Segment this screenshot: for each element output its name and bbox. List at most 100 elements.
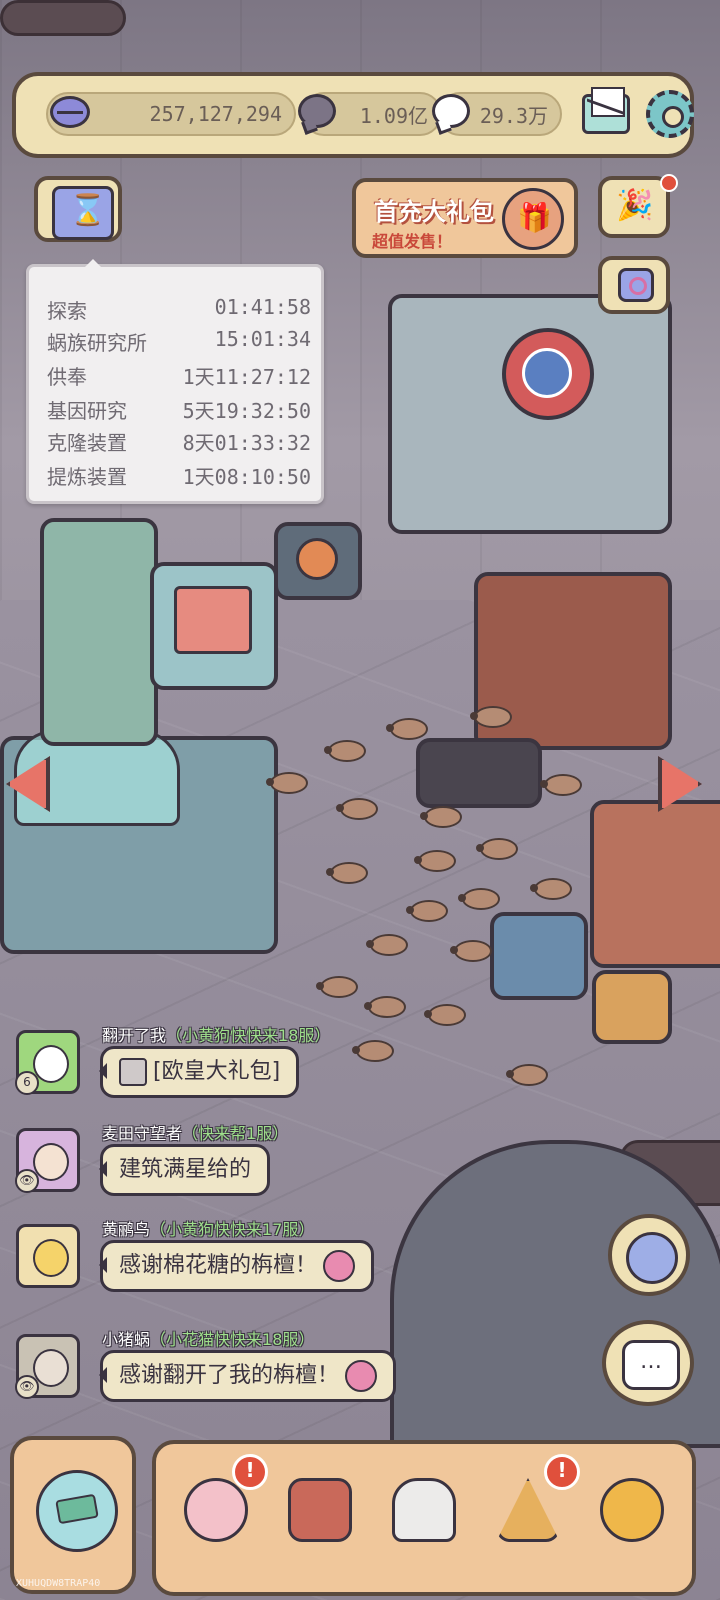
warning-light xyxy=(296,538,338,580)
crab-sticker-icon xyxy=(323,1250,356,1282)
sender-server: （小黄狗快快来17服） xyxy=(150,1220,315,1239)
alarm-monitor[interactable] xyxy=(150,562,278,690)
crate-stack xyxy=(590,800,720,968)
timer-row: 提炼装置 1天08:10:50 xyxy=(47,461,311,491)
alert-badge: ! xyxy=(544,1454,580,1490)
timer-row: 蜗族研究所 15:01:34 xyxy=(47,327,311,357)
locker[interactable] xyxy=(40,518,158,746)
timer-label: 提炼装置 xyxy=(47,465,127,489)
gear-icon[interactable] xyxy=(646,90,694,138)
avatar[interactable]: 6 xyxy=(15,1030,80,1095)
gray-bubble-icon xyxy=(298,94,336,128)
quest-icon xyxy=(618,268,654,302)
critter[interactable] xyxy=(406,900,448,922)
timer-row: 探索 01:41:58 xyxy=(47,295,311,325)
critter[interactable] xyxy=(458,888,500,910)
eye-badge: 👁 xyxy=(15,1169,39,1193)
chat-sender: 翻开了我（小黄狗快快来18服） xyxy=(102,1022,330,1046)
shield-cabinet[interactable] xyxy=(388,294,672,534)
sender-name: 黄鹂鸟 xyxy=(102,1220,151,1239)
timer-value: 8天01:33:32 xyxy=(182,431,311,455)
world-map-button[interactable] xyxy=(10,1436,136,1594)
first-recharge-promo[interactable]: 首充大礼包 超值发售！ xyxy=(352,178,578,258)
timer-label: 克隆装置 xyxy=(47,431,127,455)
avatar[interactable]: 👁 xyxy=(15,1334,80,1399)
timer-value: 1天08:10:50 xyxy=(182,465,311,489)
robot-snail[interactable] xyxy=(490,912,588,1000)
chat-text: 感谢翻开了我的栴檀！ xyxy=(119,1363,340,1388)
critter[interactable] xyxy=(540,774,582,796)
mail-icon[interactable] xyxy=(582,87,630,134)
critter[interactable] xyxy=(420,806,462,828)
nav-pyramid[interactable]: ! xyxy=(486,1454,580,1552)
promo-title: 首充大礼包 xyxy=(374,198,494,226)
quest-button[interactable] xyxy=(598,256,670,314)
monitor-screen xyxy=(174,586,252,654)
chat-sender: 小猪蜗（小花猫快快来18服） xyxy=(102,1326,314,1350)
eye-badge: 👁 xyxy=(15,1375,39,1399)
timer-value: 5天19:32:50 xyxy=(182,399,311,423)
map-button[interactable] xyxy=(608,1214,690,1296)
bird-face xyxy=(33,1239,69,1277)
backpack-icon xyxy=(288,1478,352,1542)
timer-label: 供奉 xyxy=(47,365,87,389)
critter[interactable] xyxy=(424,1004,466,1026)
timer-button[interactable] xyxy=(34,176,122,242)
critter[interactable] xyxy=(326,862,368,884)
chat-icon: … xyxy=(622,1340,680,1390)
resource-bar: 257,127,294 1.09亿 29.3万 xyxy=(12,72,694,158)
sender-server: （快来帮1服） xyxy=(182,1124,289,1143)
nav-bust[interactable] xyxy=(382,1468,466,1552)
bottom-nav-bar: ! ! xyxy=(152,1440,696,1596)
chat-bubble[interactable]: 建筑满星给的 xyxy=(98,1144,271,1196)
critter[interactable] xyxy=(414,850,456,872)
critter[interactable] xyxy=(470,706,512,728)
sender-name: 小猪蜗 xyxy=(102,1330,151,1349)
critter[interactable] xyxy=(336,798,378,820)
critter[interactable] xyxy=(450,940,492,962)
critter[interactable] xyxy=(364,996,406,1018)
avatar[interactable] xyxy=(16,1224,80,1288)
crab-sticker-icon xyxy=(345,1360,378,1392)
shield-center xyxy=(522,348,572,398)
nav-backpack[interactable] xyxy=(278,1468,362,1552)
timer-row: 克隆装置 8天01:33:32 xyxy=(47,427,311,457)
critter[interactable] xyxy=(506,1064,548,1086)
version-tag: XUHUQDW8TRAP40 xyxy=(16,1578,101,1589)
critter[interactable] xyxy=(324,740,366,762)
floor-vent xyxy=(416,738,542,808)
critter[interactable] xyxy=(352,1040,394,1062)
critter[interactable] xyxy=(386,718,428,740)
timer-value: 01:41:58 xyxy=(214,295,311,319)
big-tank xyxy=(390,1140,720,1448)
nav-key[interactable] xyxy=(590,1468,674,1552)
pyramid-eye-icon xyxy=(496,1478,560,1542)
timer-value: 15:01:34 xyxy=(214,327,311,351)
chat-button[interactable]: … xyxy=(602,1320,694,1406)
ceiling-pipe xyxy=(0,0,126,36)
event-button[interactable] xyxy=(598,174,678,238)
shield-decoration xyxy=(502,328,594,420)
critter[interactable] xyxy=(476,838,518,860)
level-badge: 6 xyxy=(15,1071,39,1095)
avatar[interactable]: 👁 xyxy=(15,1128,80,1193)
globe-icon xyxy=(36,1470,118,1552)
notification-dot xyxy=(660,174,678,192)
chat-bubble[interactable]: [欧皇大礼包] xyxy=(98,1046,300,1098)
critter[interactable] xyxy=(366,934,408,956)
gem-icon xyxy=(50,96,90,128)
critter[interactable] xyxy=(316,976,358,998)
chat-bubble[interactable]: 感谢棉花糖的栴檀！ xyxy=(98,1240,375,1292)
gem-count: 257,127,294 xyxy=(149,102,282,126)
chat-bubble[interactable]: 感谢翻开了我的栴檀！ xyxy=(98,1350,397,1402)
timer-value: 1天11:27:12 xyxy=(182,365,311,389)
white-currency-count: 29.3万 xyxy=(479,103,548,128)
critter[interactable] xyxy=(530,878,572,900)
warning-device[interactable] xyxy=(274,522,362,600)
critter[interactable] xyxy=(266,772,308,794)
sender-name: 翻开了我 xyxy=(102,1026,167,1045)
chat-text: 建筑满星给的 xyxy=(119,1157,252,1182)
chat-text: [欧皇大礼包] xyxy=(153,1059,281,1084)
sender-server: （小花猫快快来18服） xyxy=(150,1330,315,1349)
nav-snail[interactable]: ! xyxy=(174,1454,268,1552)
